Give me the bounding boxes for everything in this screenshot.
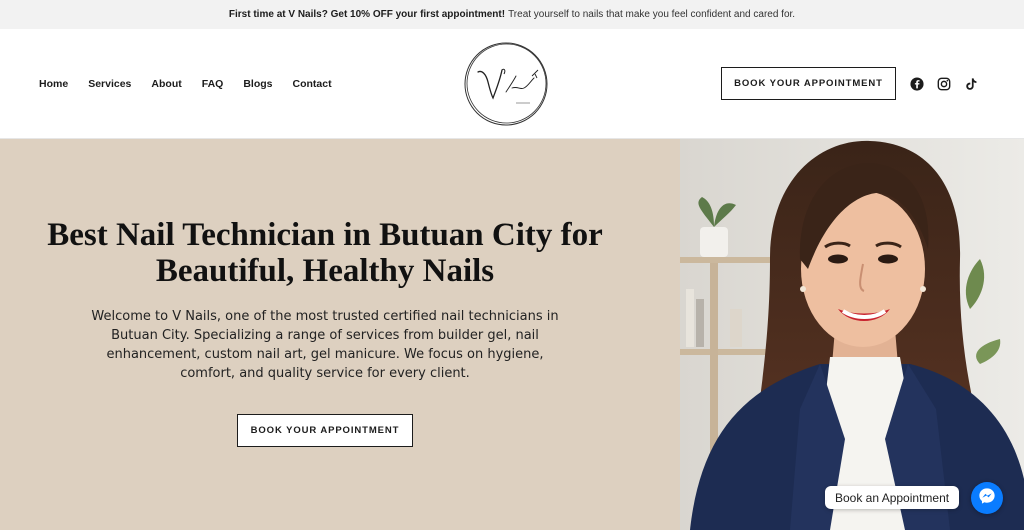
hero-title: Best Nail Technician in Butuan City for … <box>47 217 603 289</box>
facebook-icon[interactable] <box>910 77 924 91</box>
promo-text: Treat yourself to nails that make you fe… <box>508 9 796 20</box>
promo-offer: First time at V Nails? Get 10% OFF your … <box>228 9 506 20</box>
nav-contact[interactable]: Contact <box>293 78 332 90</box>
hero-section: Best Nail Technician in Butuan City for … <box>0 139 680 530</box>
nav-about[interactable]: About <box>151 78 181 90</box>
hero-book-appointment-button[interactable]: BOOK YOUR APPOINTMENT <box>237 414 413 447</box>
nav-services[interactable]: Services <box>88 78 131 90</box>
hero-portrait-photo <box>680 139 1024 530</box>
tiktok-icon[interactable] <box>964 77 978 91</box>
messenger-chat-button[interactable] <box>971 482 1003 514</box>
site-header: Home Services About FAQ Blogs Contact BO… <box>0 29 1024 139</box>
header-book-appointment-button[interactable]: BOOK YOUR APPOINTMENT <box>721 67 896 100</box>
chat-book-appointment-label[interactable]: Book an Appointment <box>825 486 960 509</box>
nav-faq[interactable]: FAQ <box>202 78 224 90</box>
nav-home[interactable]: Home <box>39 78 68 90</box>
hero-description: Welcome to V Nails, one of the most trus… <box>91 309 559 381</box>
nav-blogs[interactable]: Blogs <box>243 78 272 90</box>
instagram-icon[interactable] <box>937 77 951 91</box>
main-nav: Home Services About FAQ Blogs Contact <box>39 29 332 139</box>
promo-bar: First time at V Nails? Get 10% OFF your … <box>0 0 1024 29</box>
site-logo[interactable] <box>462 40 550 128</box>
chat-label-text: Book an Appointment <box>835 490 950 505</box>
messenger-icon <box>978 487 996 510</box>
